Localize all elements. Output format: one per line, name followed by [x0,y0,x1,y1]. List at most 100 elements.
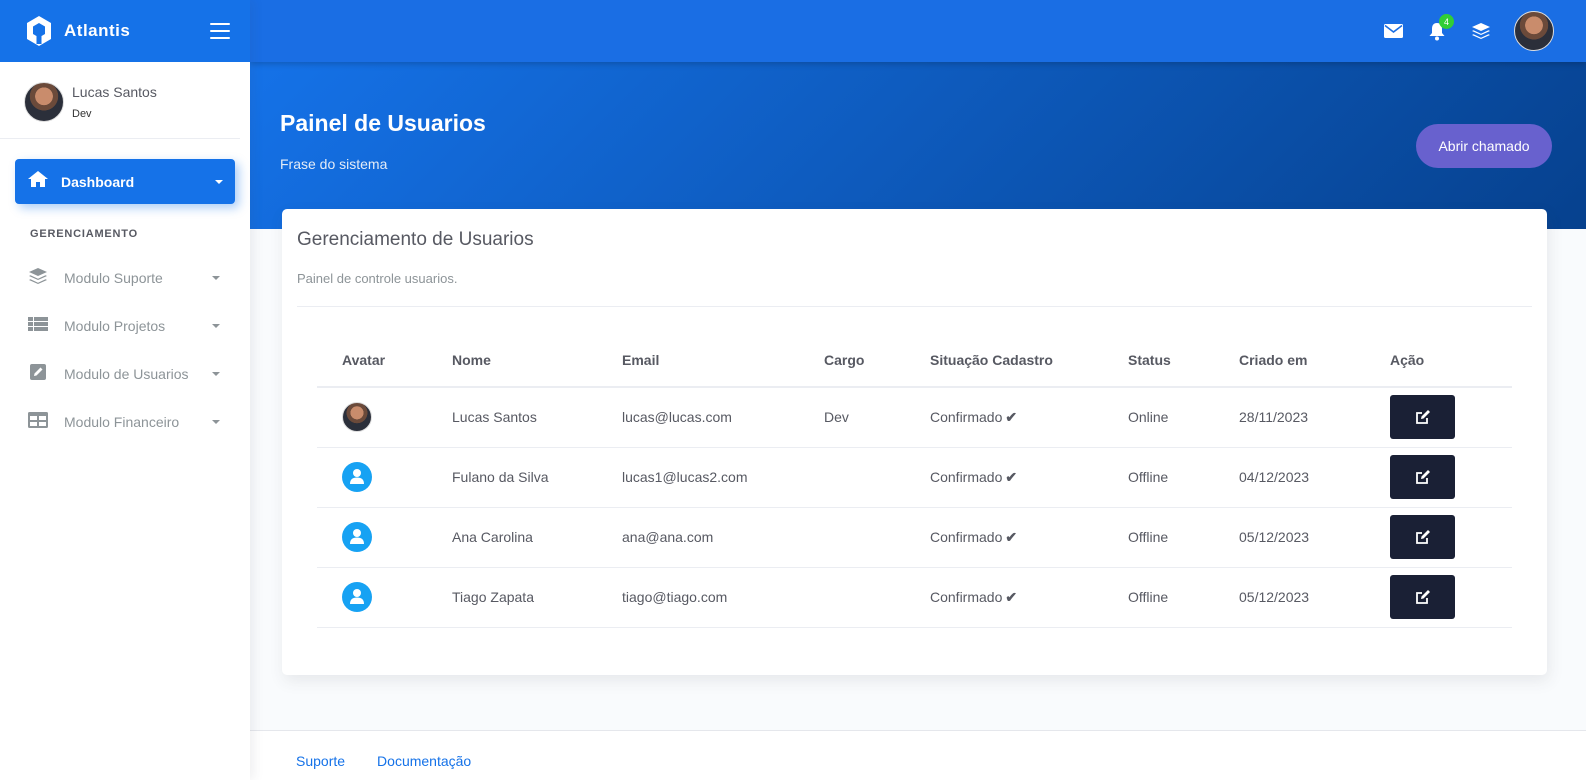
chevron-down-icon [212,276,220,280]
chevron-down-icon [212,324,220,328]
envelope-icon[interactable] [1382,20,1404,42]
sidebar-item-label: Modulo Financeiro [64,414,180,430]
column-header: Criado em [1214,333,1365,388]
sidebar-item-modulo-suporte[interactable]: Modulo Suporte [0,254,250,302]
table-row: Fulano da Silva lucas1@lucas2.com Confir… [317,447,1512,508]
user-name-cell: Lucas Santos [427,387,597,448]
created-date-cell: 04/12/2023 [1214,447,1365,508]
chevron-down-icon [212,420,220,424]
email-cell: lucas1@lucas2.com [597,447,799,508]
users-table: Avatar Nome Email Cargo Situação Cadastr… [317,333,1512,628]
footer-link-suporte[interactable]: Suporte [296,743,345,769]
table-list-icon [28,316,48,337]
email-cell: lucas@lucas.com [597,387,799,448]
created-date-cell: 05/12/2023 [1214,507,1365,568]
check-icon: ✔ [1005,588,1018,605]
table-row: Lucas Santos lucas@lucas.com Dev Confirm… [317,387,1512,448]
email-cell: ana@ana.com [597,507,799,568]
role-cell [799,507,905,568]
edit-icon [1415,410,1430,425]
footer: Suporte Documentação [250,730,1586,780]
table-header-row: Avatar Nome Email Cargo Situação Cadastr… [317,333,1512,388]
column-header: Email [597,333,799,388]
chevron-down-icon [215,179,223,184]
user-profile[interactable]: Lucas Santos Dev [0,62,240,139]
edit-icon [1415,590,1430,604]
section-title: GERENCIAMENTO [30,228,138,240]
check-icon: ✔ [1005,528,1018,545]
users-card: Gerenciamento de Usuarios Painel de cont… [282,209,1547,675]
table-row: Ana Carolina ana@ana.com Confirmado ✔ Off… [317,507,1512,568]
avatar [342,402,372,433]
edit-icon [1415,470,1430,484]
chevron-down-icon [212,372,220,376]
role-cell [799,447,905,508]
brand-name[interactable]: Atlantis [64,21,210,41]
column-header: Avatar [317,333,427,388]
column-header: Nome [427,333,597,388]
page-subtitle: Frase do sistema [280,156,388,172]
user-name: Lucas Santos [72,84,157,100]
registration-cell: Confirmado ✔ [905,507,1103,568]
logo-header: Atlantis [0,0,250,62]
column-header: Situação Cadastro [905,333,1103,388]
check-icon: ✔ [1005,408,1018,425]
registration-status: Confirmado [930,528,1003,545]
registration-status: Confirmado [930,408,1003,425]
registration-cell: Confirmado ✔ [905,387,1103,448]
layers-icon [28,267,48,290]
registration-status: Confirmado [930,468,1003,485]
pen-square-icon [28,363,48,386]
user-avatar-button[interactable] [1514,11,1554,51]
sidebar-item-modulo-usuarios[interactable]: Modulo de Usuarios [0,350,250,398]
check-icon: ✔ [1005,468,1018,485]
notification-badge: 4 [1439,14,1454,29]
user-name-cell: Ana Carolina [427,507,597,568]
home-icon [27,170,49,193]
sidebar-item-label: Modulo Projetos [64,318,166,334]
sidebar-item-modulo-financeiro[interactable]: Modulo Financeiro [0,398,250,446]
table-row: Tiago Zapata tiago@tiago.com Confirmado ✔… [317,567,1512,628]
edit-icon [1415,530,1430,544]
sidebar-item-label: Modulo de Usuarios [64,366,189,382]
sidebar-item-label: Dashboard [61,173,135,190]
status-cell: Offline [1103,507,1214,568]
email-cell: tiago@tiago.com [597,567,799,628]
edit-user-button[interactable] [1390,575,1455,619]
page-title: Painel de Usuarios [280,110,486,136]
card-subtitle: Painel de controle usuarios. [297,271,1532,307]
footer-link-documentacao[interactable]: Documentação [377,743,471,769]
layers-icon[interactable] [1470,20,1492,42]
created-date-cell: 28/11/2023 [1214,387,1365,448]
edit-user-button[interactable] [1390,455,1455,499]
status-cell: Online [1103,387,1214,448]
user-placeholder-icon [342,582,372,612]
column-header: Ação [1365,333,1512,388]
user-role: Dev [72,108,92,120]
menu-toggle-icon[interactable] [210,23,230,39]
role-cell [799,567,905,628]
role-cell: Dev [799,387,905,448]
sidebar-item-modulo-projetos[interactable]: Modulo Projetos [0,302,250,350]
user-placeholder-icon [342,522,372,552]
sidebar-nav: Dashboard GERENCIAMENTO Modulo Suporte M… [0,139,250,446]
edit-user-button[interactable] [1390,515,1455,559]
sidebar: Atlantis Lucas Santos Dev Dashboard GERE… [0,0,250,780]
created-date-cell: 05/12/2023 [1214,567,1365,628]
registration-cell: Confirmado ✔ [905,567,1103,628]
column-header: Status [1103,333,1214,388]
column-header: Cargo [799,333,905,388]
status-cell: Offline [1103,447,1214,508]
avatar [24,82,64,122]
user-placeholder-icon [342,462,372,492]
open-ticket-button[interactable]: Abrir chamado [1416,124,1552,168]
bell-icon[interactable]: 4 [1426,14,1454,42]
user-name-cell: Fulano da Silva [427,447,597,508]
sidebar-item-label: Modulo Suporte [64,270,163,286]
registration-status: Confirmado [930,588,1003,605]
edit-user-button[interactable] [1390,395,1455,440]
grid-icon [28,411,48,433]
atlantis-logo-icon[interactable] [24,14,54,48]
sidebar-item-dashboard[interactable]: Dashboard [15,159,235,204]
registration-cell: Confirmado ✔ [905,447,1103,508]
